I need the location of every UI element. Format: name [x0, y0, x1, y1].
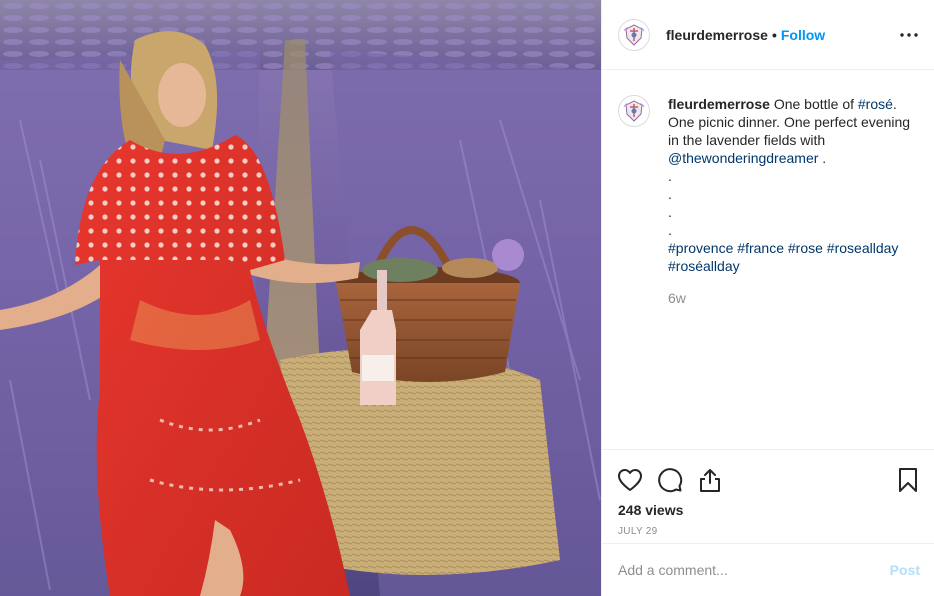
caption-text-part: . [818, 150, 827, 166]
crest-logo-icon [623, 23, 645, 46]
instagram-post: fleurdemerrose • Follow fleurdemerrose O… [0, 0, 934, 596]
post-comment-button[interactable]: Post [890, 562, 920, 578]
username[interactable]: fleurdemerrose [666, 27, 768, 43]
header-separator: • [771, 26, 777, 43]
caption-dot: . [668, 204, 672, 220]
save-button[interactable] [894, 466, 922, 494]
crest-logo-icon [623, 100, 645, 122]
caption-dot: . [668, 186, 672, 202]
avatar[interactable] [618, 18, 650, 51]
comments-section: fleurdemerrose One bottle of #rosé. One … [602, 71, 934, 449]
comment-button[interactable] [656, 466, 684, 494]
heart-icon [618, 468, 642, 491]
hashtag-list: #provence #france #rose #roseallday #ros… [668, 239, 918, 275]
hashtag-link[interactable]: #rose [788, 240, 823, 256]
mention-link[interactable]: @thewonderingdreamer [668, 150, 818, 166]
post-side-panel: fleurdemerrose • Follow fleurdemerrose O… [601, 0, 934, 596]
comment-input[interactable] [618, 562, 890, 578]
caption-text-part: One bottle of [769, 96, 858, 112]
caption-time-ago[interactable]: 6w [668, 289, 918, 307]
caption-text: fleurdemerrose One bottle of #rosé. One … [668, 95, 918, 307]
view-count[interactable]: 248 views [602, 502, 934, 518]
more-options-button[interactable] [900, 22, 918, 48]
hashtag-link[interactable]: #provence [668, 240, 733, 256]
post-photo[interactable] [0, 0, 601, 596]
hashtag-link[interactable]: #roséallday [668, 258, 740, 274]
lavender-field-photo [0, 0, 601, 596]
hashtag-link[interactable]: #rosé [858, 96, 893, 112]
comment-icon [658, 467, 683, 492]
caption-avatar[interactable] [618, 95, 650, 127]
bookmark-icon [899, 467, 917, 492]
more-dots-icon [900, 32, 918, 37]
action-bar [602, 450, 934, 498]
post-header: fleurdemerrose • Follow [602, 0, 934, 70]
like-button[interactable] [616, 466, 644, 494]
post-actions-area: 248 views July 29 [602, 449, 934, 537]
post-date[interactable]: July 29 [602, 526, 934, 537]
add-comment-form: Post [602, 543, 934, 596]
hashtag-link[interactable]: #france [737, 240, 784, 256]
hashtag-link[interactable]: #roseallday [827, 240, 899, 256]
caption: fleurdemerrose One bottle of #rosé. One … [618, 95, 918, 307]
share-button[interactable] [696, 466, 724, 494]
caption-dot: . [668, 168, 672, 184]
caption-dot: . [668, 222, 672, 238]
follow-button[interactable]: Follow [781, 27, 825, 43]
caption-username[interactable]: fleurdemerrose [668, 96, 770, 112]
share-icon [700, 468, 720, 492]
